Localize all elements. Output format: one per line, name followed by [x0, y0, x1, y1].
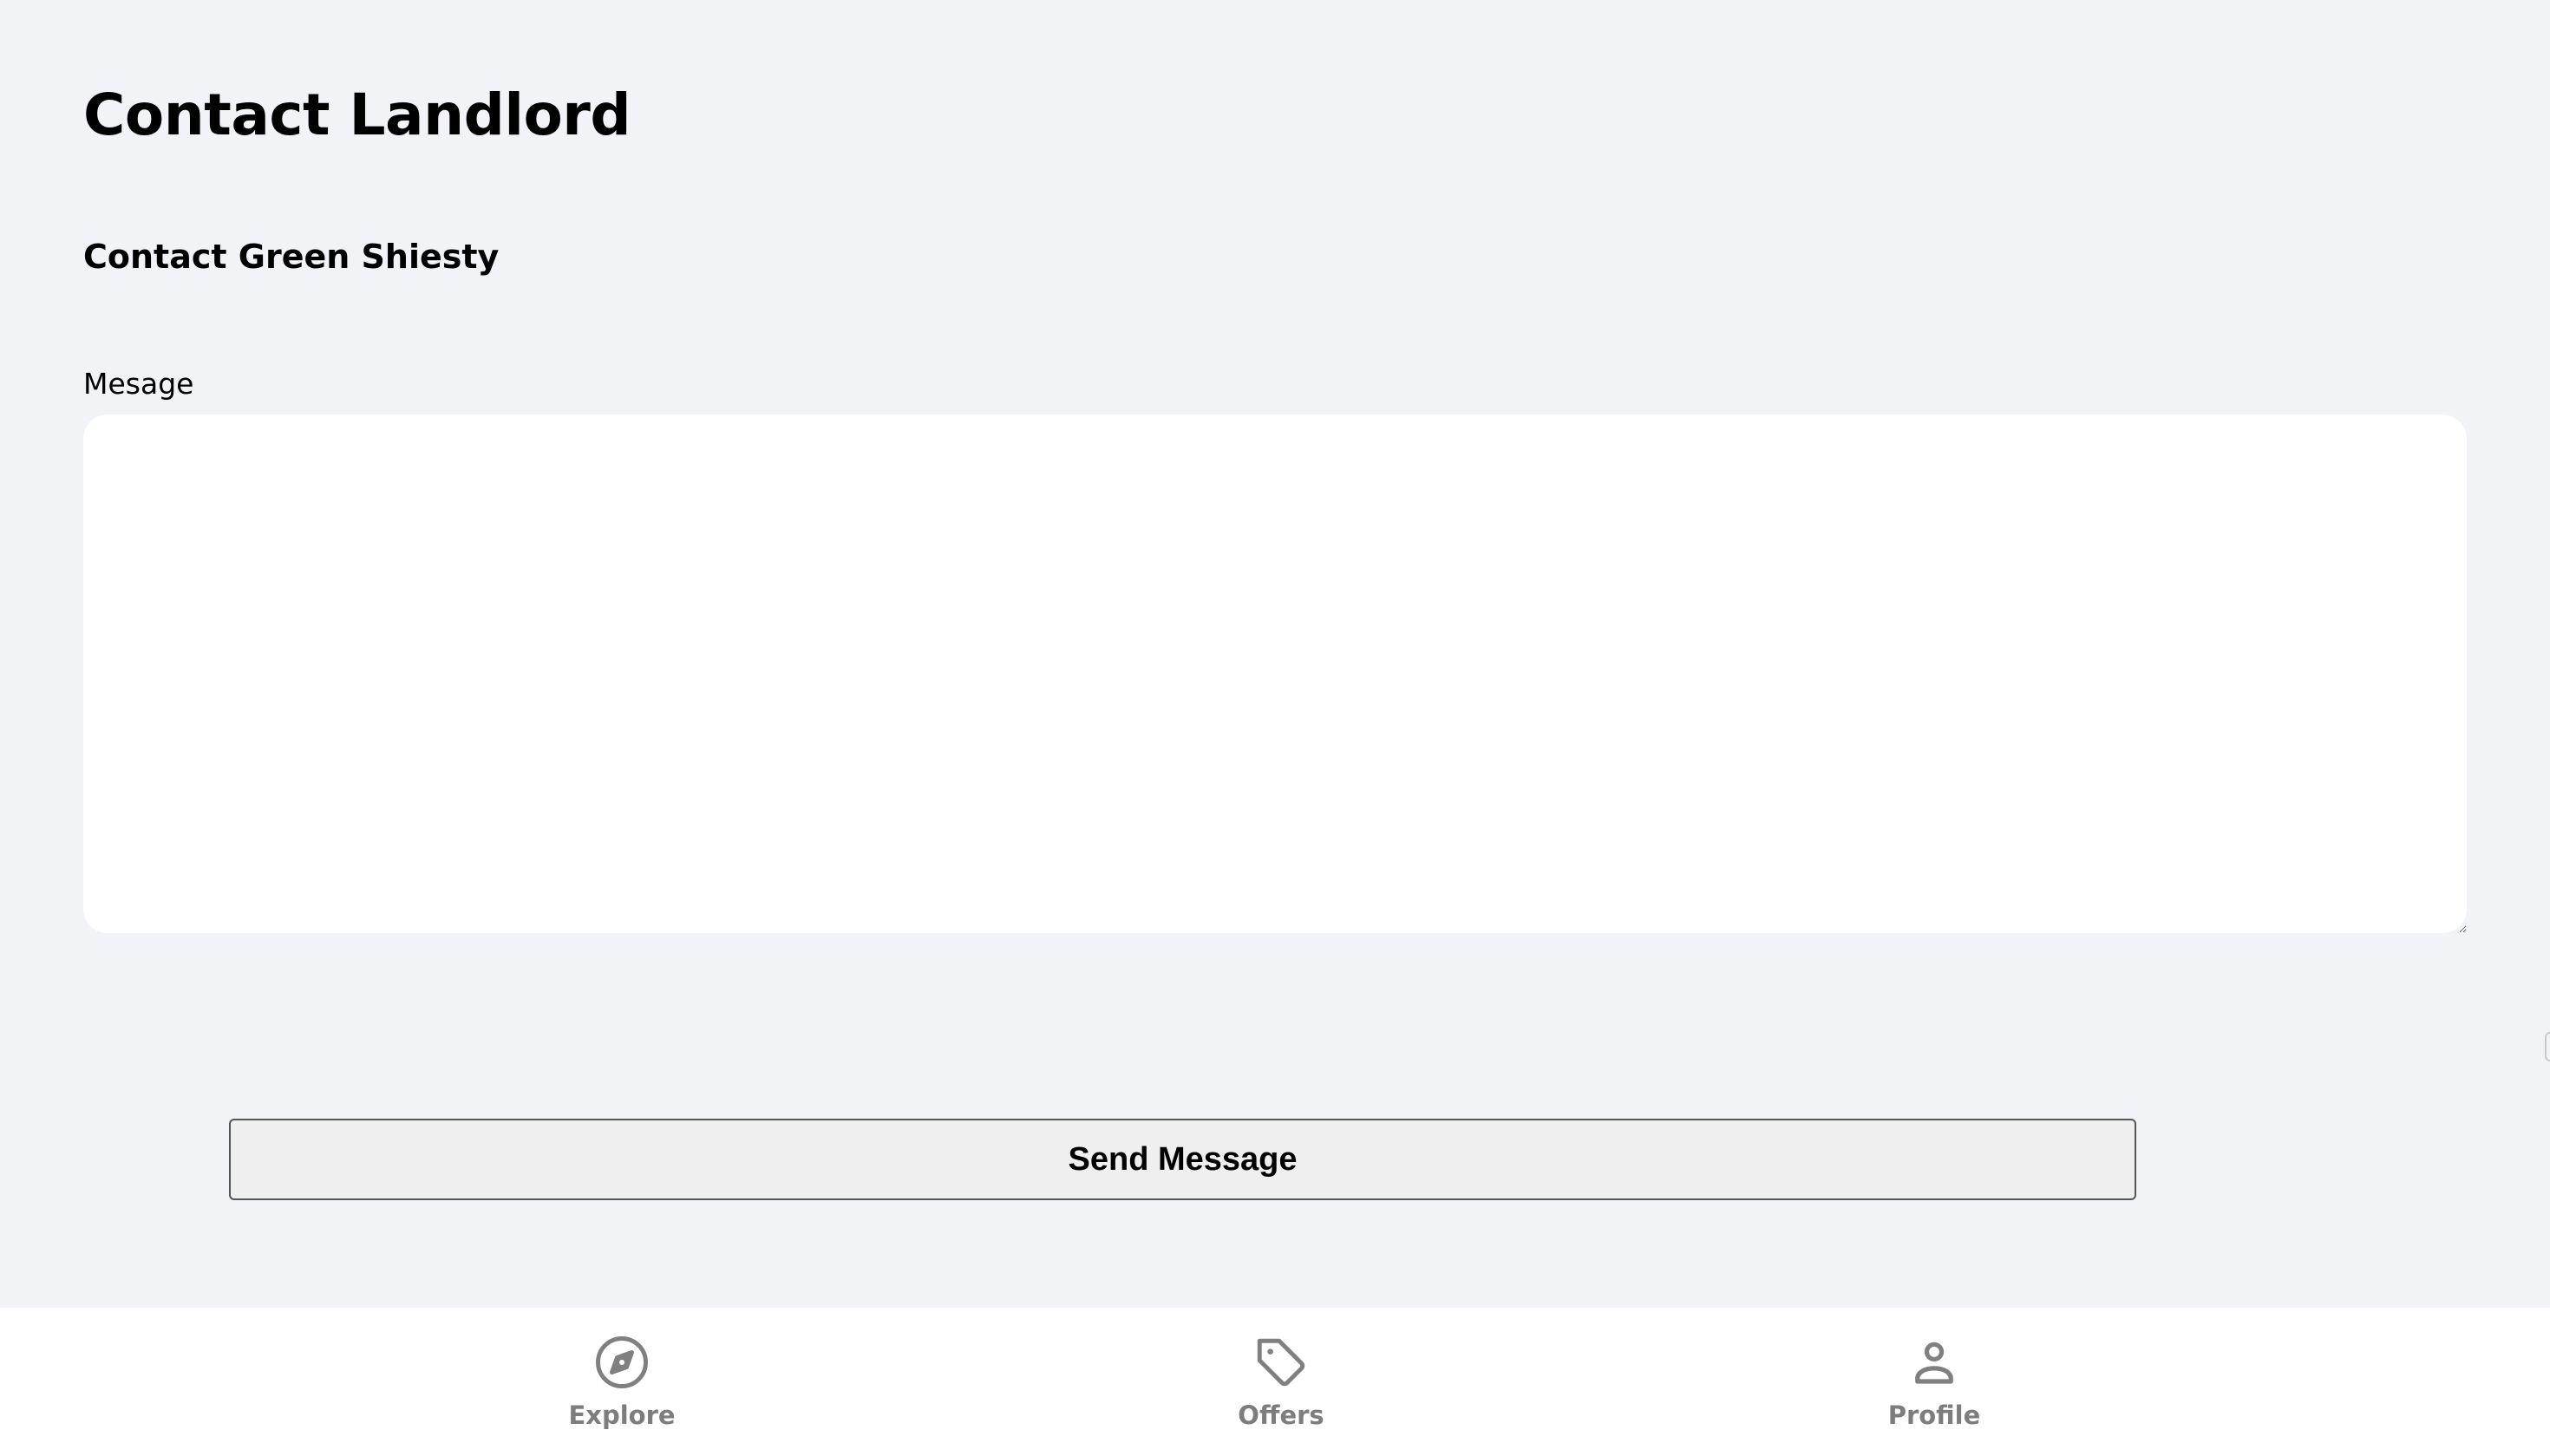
nav-item-offers[interactable]: Offers — [1186, 1334, 1376, 1433]
user-icon — [1906, 1334, 1963, 1391]
nav-item-explore[interactable]: Explore — [526, 1334, 717, 1433]
contact-subtitle: Contact Green Shiesty — [83, 238, 500, 276]
page-edge-handle — [2545, 1032, 2550, 1061]
tag-icon — [1252, 1334, 1310, 1391]
bottom-navigation: Explore Offers Profile — [0, 1308, 2550, 1456]
compass-icon — [593, 1334, 651, 1391]
send-message-button[interactable]: Send Message — [229, 1119, 2136, 1200]
nav-label-offers: Offers — [1238, 1401, 1324, 1430]
nav-label-explore: Explore — [568, 1401, 676, 1430]
nav-item-profile[interactable]: Profile — [1839, 1334, 2030, 1433]
nav-label-profile: Profile — [1887, 1401, 1981, 1430]
page-title: Contact Landlord — [83, 82, 631, 148]
message-label: Mesage — [83, 367, 194, 401]
message-textarea[interactable] — [83, 415, 2467, 933]
